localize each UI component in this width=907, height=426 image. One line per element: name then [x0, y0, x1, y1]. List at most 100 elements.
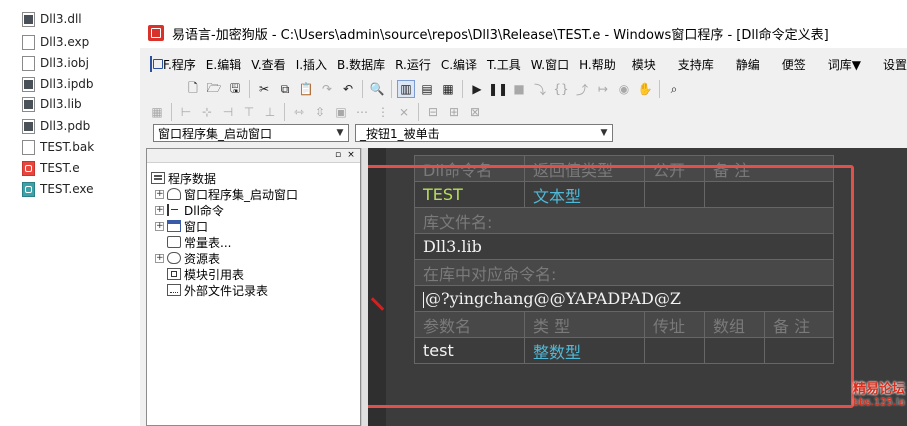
copy-icon[interactable]: ⧉: [276, 80, 294, 98]
tree-node-dll[interactable]: + Dll命令: [155, 202, 224, 218]
file-item[interactable]: TEST.bak: [22, 137, 94, 157]
menu-run[interactable]: R.运行: [390, 56, 436, 73]
save-icon[interactable]: 🖫: [226, 80, 244, 98]
breakpoint-icon[interactable]: ◉: [615, 80, 633, 98]
file-item[interactable]: TEST.e: [22, 158, 80, 178]
panel-splitter[interactable]: [361, 148, 368, 426]
file-item[interactable]: TEST.exe: [22, 179, 94, 199]
program-data-icon: [151, 172, 165, 184]
align-top-icon[interactable]: ⊤: [240, 103, 258, 121]
menu-support-lib[interactable]: 支持库: [667, 56, 725, 73]
expand-icon[interactable]: +: [155, 253, 164, 263]
file-name: Dll3.dll: [40, 12, 82, 26]
panel-bottom-icon[interactable]: ▤: [418, 80, 436, 98]
tree-node-external-files[interactable]: 外部文件记录表: [167, 282, 268, 298]
panel-layout-icon[interactable]: ▥: [397, 80, 415, 98]
chevron-down-icon[interactable]: ▼: [332, 125, 348, 141]
tree-root[interactable]: 程序数据: [151, 170, 216, 186]
exp-file-icon: [22, 34, 35, 50]
same-height-icon[interactable]: ⇳: [311, 103, 329, 121]
spacing-h-icon[interactable]: ⋯: [353, 103, 371, 121]
expand-icon[interactable]: +: [155, 221, 164, 231]
file-item[interactable]: Dll3.lib: [22, 94, 82, 114]
spacing-icon[interactable]: ⨯: [395, 103, 413, 121]
same-width-icon[interactable]: ⇿: [290, 103, 308, 121]
align-center-icon[interactable]: ⊹: [198, 103, 216, 121]
run-icon[interactable]: ▶: [468, 80, 486, 98]
highlight-box: [368, 165, 854, 408]
toolbar-separator: [391, 80, 392, 98]
assembly-select-value: 窗口程序集_启动窗口: [158, 126, 273, 141]
menu-program[interactable]: F.程序: [158, 56, 201, 73]
center-h-icon[interactable]: ⊟: [424, 103, 442, 121]
title-bar[interactable]: 易语言-加密狗版 - C:\Users\admin\source\repos\D…: [140, 18, 907, 48]
module-icon: [167, 268, 181, 280]
tree-node-label: 资源表: [184, 251, 221, 266]
same-size-icon[interactable]: ▣: [332, 103, 350, 121]
menu-insert[interactable]: I.插入: [291, 56, 332, 73]
file-item[interactable]: Dll3.dll: [22, 9, 82, 29]
menu-lexicon[interactable]: 词库▼: [817, 56, 872, 73]
menu-compile[interactable]: C.编译: [436, 56, 482, 73]
tree-node-constants[interactable]: 常量表...: [167, 234, 231, 250]
toolbar-separator: [462, 80, 463, 98]
spacing-v-icon[interactable]: ⋮: [374, 103, 392, 121]
menu-help[interactable]: H.帮助: [574, 56, 621, 73]
cut-icon[interactable]: ✂: [255, 80, 273, 98]
menu-notes[interactable]: 便签: [771, 56, 817, 73]
menu-static-compile[interactable]: 静编: [725, 56, 771, 73]
file-name: Dll3.lib: [40, 97, 82, 111]
tree-node-modules[interactable]: 模块引用表: [167, 266, 244, 282]
menu-window[interactable]: W.窗口: [526, 56, 574, 73]
window-icon: [167, 220, 181, 232]
pause-icon[interactable]: ❚❚: [488, 80, 508, 98]
pin-icon[interactable]: ▫: [333, 150, 343, 160]
paste-icon[interactable]: 📋: [297, 80, 315, 98]
center-v-icon[interactable]: ⊞: [445, 103, 463, 121]
hand-icon[interactable]: ✋: [636, 80, 654, 98]
menu-module[interactable]: 模块: [621, 56, 667, 73]
toolbar-separator: [249, 80, 250, 98]
file-item[interactable]: Dll3.ipdb: [22, 74, 94, 94]
run-to-cursor-icon[interactable]: ↦: [594, 80, 612, 98]
tree-node-label: 窗口: [184, 219, 209, 234]
stop-icon[interactable]: ■: [510, 80, 528, 98]
expand-icon[interactable]: +: [155, 205, 164, 215]
expand-icon[interactable]: +: [155, 189, 164, 199]
align-middle-icon[interactable]: ⊥: [261, 103, 279, 121]
assembly-select[interactable]: 窗口程序集_启动窗口 ▼: [153, 124, 349, 142]
align-left-icon[interactable]: ⊢: [177, 103, 195, 121]
step-over-icon[interactable]: {}: [552, 80, 570, 98]
step-out-icon[interactable]: ⤴: [573, 80, 591, 98]
panel-header: ▫ ×: [147, 149, 360, 163]
tree-node-label: 外部文件记录表: [184, 283, 269, 298]
tree-node-window[interactable]: + 窗口: [155, 218, 208, 234]
undo-icon[interactable]: ↶: [339, 80, 357, 98]
redo-icon[interactable]: ↷: [318, 80, 336, 98]
align-grid-icon[interactable]: ▦: [148, 103, 166, 121]
event-select[interactable]: _按钮1_被单击 ▼: [355, 124, 613, 142]
file-item[interactable]: Dll3.pdb: [22, 116, 90, 136]
open-folder-icon[interactable]: 🗁: [205, 80, 223, 98]
tree-node-assembly[interactable]: + 窗口程序集_启动窗口: [155, 186, 298, 202]
align-right-icon[interactable]: ⊣: [219, 103, 237, 121]
chevron-down-icon[interactable]: ▼: [596, 125, 612, 141]
menu-edit[interactable]: E.编辑: [201, 56, 246, 73]
file-item[interactable]: Dll3.exp: [22, 32, 89, 52]
panel-split-icon[interactable]: ▦: [439, 80, 457, 98]
tree-node-resources[interactable]: + 资源表: [155, 250, 220, 266]
menu-view[interactable]: V.查看: [246, 56, 290, 73]
menu-tools[interactable]: T.工具: [482, 56, 526, 73]
menu-settings[interactable]: 设置▼: [872, 56, 907, 73]
window-menu-icon[interactable]: [150, 56, 163, 72]
tree-root-label: 程序数据: [168, 171, 217, 186]
menu-database[interactable]: B.数据库: [332, 56, 390, 73]
step-into-icon[interactable]: ⤵: [531, 80, 549, 98]
new-file-icon[interactable]: 🗋: [184, 80, 202, 98]
binoculars-icon[interactable]: ⌕: [665, 80, 683, 98]
center-both-icon[interactable]: ⊠: [466, 103, 484, 121]
file-item[interactable]: Dll3.iobj: [22, 53, 89, 73]
forum-watermark: 精易论坛 bbs.125.la: [815, 382, 905, 408]
find-icon[interactable]: 🔍: [368, 80, 386, 98]
close-icon[interactable]: ×: [346, 150, 356, 160]
